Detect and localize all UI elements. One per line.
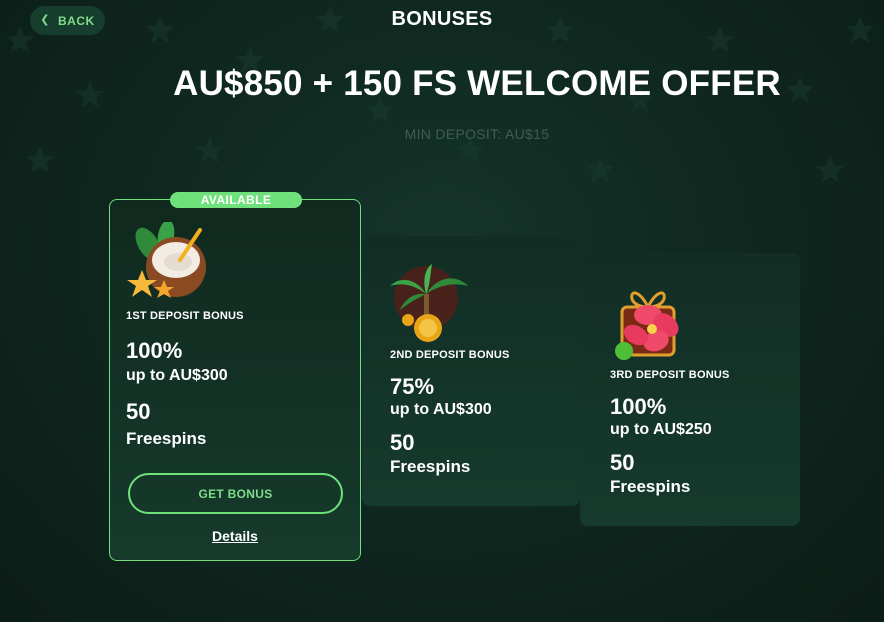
flower-gift-icon (615, 291, 679, 360)
get-bonus-button[interactable]: GET BONUS (128, 473, 343, 514)
bonus-percent: 75% (390, 374, 435, 399)
bonus-card-1: AVAILABLE 1ST DEPOSIT BONUS 100% up to A… (109, 192, 361, 561)
bonus-percent: 100% (126, 338, 183, 363)
freespins-label: Freespins (390, 457, 471, 476)
freespins-label: Freespins (610, 477, 691, 496)
freespins-count: 50 (390, 430, 415, 455)
freespins-count: 50 (610, 450, 635, 475)
bonus-card-title: 1ST DEPOSIT BONUS (126, 310, 244, 322)
details-link[interactable]: Details (110, 528, 360, 544)
bonus-card-2: 2ND DEPOSIT BONUS 75% up to AU$300 50 Fr… (362, 236, 580, 506)
freespins-count: 50 (126, 399, 151, 424)
bonus-max-amount: up to AU$300 (126, 367, 228, 384)
bonus-card-title: 3RD DEPOSIT BONUS (610, 369, 730, 381)
bonus-card-3: 3RD DEPOSIT BONUS 100% up to AU$250 50 F… (580, 253, 800, 526)
bonus-percent: 100% (610, 394, 667, 419)
bonus-max-amount: up to AU$250 (610, 421, 712, 438)
welcome-offer-title: AU$850 + 150 FS WELCOME OFFER (173, 64, 781, 103)
coconut-icon (127, 222, 206, 298)
bonus-max-amount: up to AU$300 (390, 401, 492, 418)
freespins-label: Freespins (126, 429, 207, 448)
available-badge: AVAILABLE (170, 192, 302, 208)
bonus-card-title: 2ND DEPOSIT BONUS (390, 349, 510, 361)
page-title: BONUSES (391, 8, 493, 30)
bonuses-page: ❮ BACK BONUSES AU$850 + 150 FS WELCOME O… (0, 0, 884, 622)
min-deposit-text: MIN DEPOSIT: AU$15 (404, 126, 550, 142)
palm-coin-icon (390, 264, 468, 342)
